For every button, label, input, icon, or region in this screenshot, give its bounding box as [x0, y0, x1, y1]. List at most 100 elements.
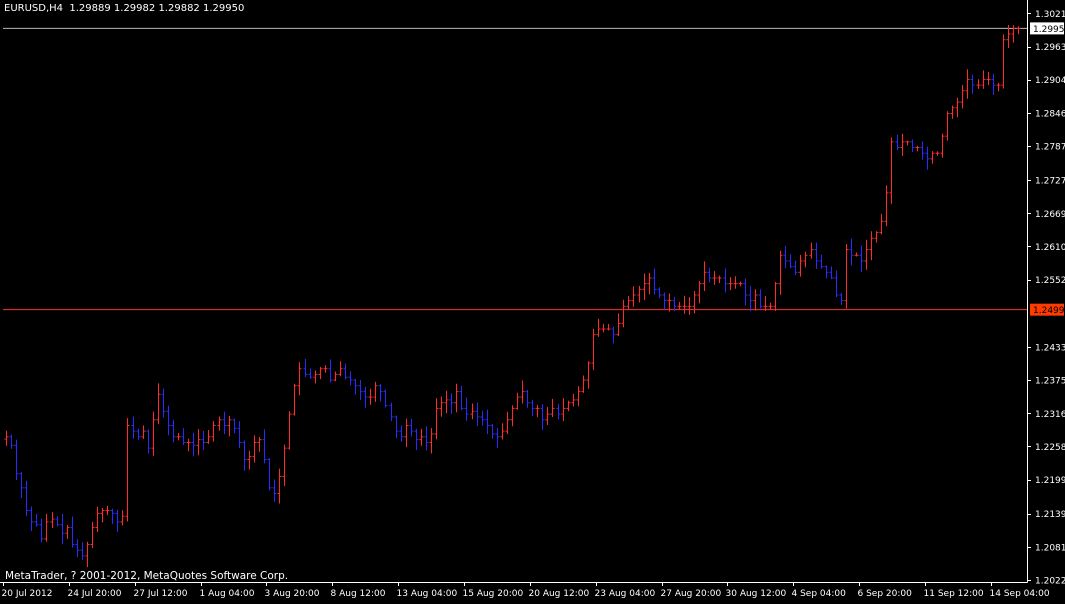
price-bar	[758, 289, 763, 309]
price-bar	[166, 405, 171, 436]
price-bar	[70, 516, 75, 548]
price-bar	[50, 512, 55, 528]
bid-price-tag-text: 1.29950	[1033, 25, 1065, 35]
price-bars	[4, 24, 1021, 568]
price-bar	[697, 281, 702, 304]
price-bar	[545, 406, 550, 425]
price-bar	[44, 513, 49, 542]
price-bar	[232, 418, 237, 434]
price-bar	[839, 292, 844, 305]
price-bar	[242, 440, 247, 471]
price-bar	[429, 428, 434, 454]
price-bar	[464, 397, 469, 421]
price-bar	[814, 242, 819, 269]
price-bar	[490, 423, 495, 439]
price-bar	[414, 428, 419, 450]
price-bar	[328, 359, 333, 383]
price-bar	[156, 383, 161, 425]
price-bar	[277, 468, 282, 504]
y-tick-label: 1.30215	[1035, 10, 1065, 20]
price-bar	[884, 185, 889, 227]
price-bar	[889, 137, 894, 204]
x-tick-label: 23 Aug 04:00	[595, 589, 656, 599]
price-bar	[378, 383, 383, 402]
chart-header: EURUSD,H4 1.29889 1.29982 1.29882 1.2995…	[4, 3, 244, 14]
price-bar	[950, 105, 955, 119]
price-bar	[85, 541, 90, 568]
price-bar	[723, 268, 728, 293]
x-tick-label: 8 Aug 12:00	[331, 589, 386, 599]
x-tick-label: 4 Sep 04:00	[792, 589, 847, 599]
chart-axes: 1.30215 1.29630 1.29045 1.28460 1.27875 1.272…	[0, 0, 1065, 599]
price-bar	[348, 371, 353, 386]
price-bar	[702, 261, 707, 291]
price-bar	[470, 403, 475, 420]
price-bar	[520, 380, 525, 404]
price-bar	[540, 404, 545, 431]
price-bar	[930, 151, 935, 164]
price-bar	[915, 145, 920, 152]
price-bar	[353, 378, 358, 395]
price-bar	[105, 505, 110, 516]
price-bar	[991, 73, 996, 96]
price-bar	[970, 74, 975, 94]
price-bar	[996, 82, 1001, 92]
x-tick-label: 30 Aug 12:00	[726, 589, 787, 599]
price-bar	[389, 402, 394, 422]
price-bar	[798, 254, 803, 277]
chart-canvas[interactable]: 1.30215 1.29630 1.29045 1.28460 1.27875 1.272…	[0, 0, 1065, 600]
price-bar	[308, 368, 313, 379]
price-bar	[439, 396, 444, 417]
ohlc-values: 1.29889 1.29982 1.29882 1.29950	[69, 3, 245, 14]
price-bar	[267, 458, 272, 491]
price-bar	[136, 428, 141, 441]
price-bar	[895, 134, 900, 151]
price-bar	[525, 389, 530, 408]
price-bar	[333, 371, 338, 382]
y-tick-label: 1.26690	[1035, 210, 1065, 220]
y-tick-label: 1.20225	[1035, 577, 1065, 587]
x-tick-label: 20 Aug 12:00	[529, 589, 590, 599]
price-bar	[303, 358, 308, 378]
price-bar	[120, 510, 125, 526]
price-bar	[399, 425, 404, 442]
price-bar	[297, 362, 302, 396]
price-bar	[717, 275, 722, 284]
price-bar	[920, 141, 925, 160]
price-bar	[90, 521, 95, 549]
chart-reference-lines	[3, 27, 1027, 311]
price-bar	[237, 421, 242, 449]
symbol-label: EURUSD,H4	[4, 3, 64, 14]
price-chart[interactable]: 1.30215 1.29630 1.29045 1.28460 1.27875 1.272…	[0, 0, 1065, 600]
price-bar	[642, 273, 647, 301]
x-tick-label: 3 Aug 20:00	[265, 589, 320, 599]
price-bar	[905, 140, 910, 146]
x-tick-label: 27 Jul 12:00	[134, 589, 188, 599]
price-bar	[206, 429, 211, 444]
price-bar	[869, 231, 874, 261]
price-bar	[1001, 34, 1006, 89]
price-bar	[125, 418, 130, 522]
price-bar	[829, 266, 834, 280]
price-bar	[211, 421, 216, 442]
price-bar	[682, 295, 687, 314]
price-bar	[733, 276, 738, 289]
price-bar	[95, 506, 100, 533]
price-bar	[515, 392, 520, 410]
price-bar	[14, 439, 19, 480]
price-bar	[667, 293, 672, 312]
y-tick-label: 1.21995	[1035, 476, 1065, 486]
price-bar	[652, 268, 657, 295]
price-bar	[475, 402, 480, 427]
y-tick-label: 1.27875	[1035, 143, 1065, 153]
price-bar	[1011, 25, 1016, 43]
y-tick-label: 1.21395	[1035, 510, 1065, 520]
price-bar	[566, 400, 571, 412]
price-bar	[449, 393, 454, 414]
price-bar	[657, 287, 662, 299]
price-bar	[687, 297, 692, 315]
horizontal-line-tag-text: 1.24991	[1033, 306, 1065, 316]
price-bar	[935, 151, 940, 156]
price-bar	[986, 72, 991, 85]
price-bar	[247, 450, 252, 470]
